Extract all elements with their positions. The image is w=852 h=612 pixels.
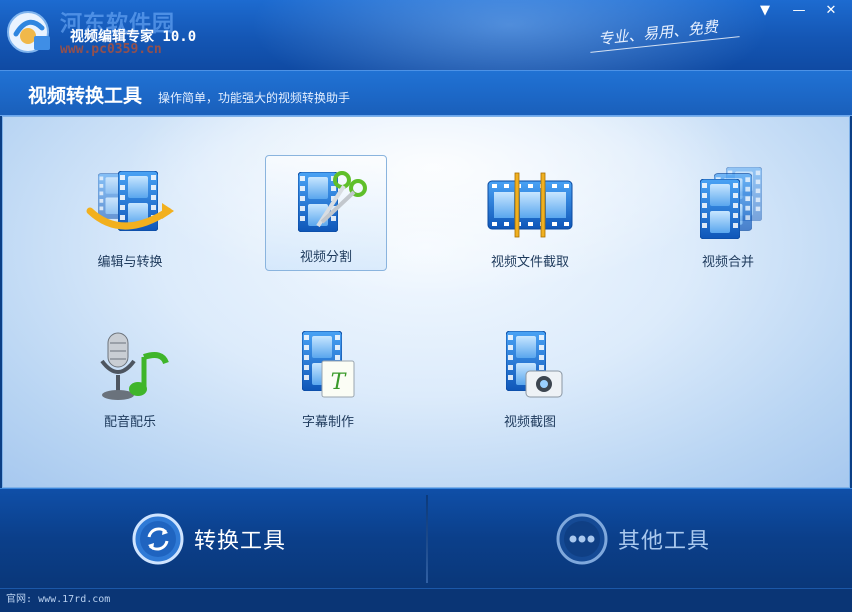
close-button[interactable]: ✕ (818, 0, 844, 20)
app-title: 视频编辑专家 10.0 (70, 29, 197, 45)
video-merge-icon (700, 167, 762, 239)
tool-video-split[interactable]: 视频分割 (265, 155, 387, 271)
tool-label: 视频文件截取 (490, 255, 569, 270)
refresh-icon (132, 513, 184, 565)
video-trim-icon (487, 172, 573, 238)
section-header: 视频转换工具 操作简单，功能强大的视频转换助手 (0, 70, 852, 116)
website-link[interactable]: www.17rd.com (38, 594, 110, 605)
tool-edit-convert[interactable]: 编辑与转换 (69, 161, 191, 277)
tool-label: 配音配乐 (103, 415, 156, 430)
status-footer: 官网: www.17rd.com (0, 588, 852, 612)
convert-tools-label: 转换工具 (194, 529, 287, 554)
bottom-divider (426, 495, 428, 583)
convert-tools-tab[interactable]: 转换工具 (132, 511, 286, 567)
menu-dropdown-button[interactable]: ▼ (752, 0, 778, 20)
panel-glow (123, 117, 743, 297)
tool-video-trim[interactable]: 视频文件截取 (469, 161, 591, 277)
video-split-icon (298, 171, 367, 232)
tool-dubbing-music[interactable]: 配音配乐 (69, 321, 191, 437)
subtitle-icon: T (302, 331, 355, 398)
tool-label: 字幕制作 (301, 415, 354, 430)
more-icon (556, 513, 608, 565)
minimize-button[interactable]: — (786, 0, 812, 20)
other-tools-label: 其他工具 (618, 529, 711, 554)
tool-label: 视频分割 (299, 250, 352, 265)
svg-text:T: T (331, 370, 348, 395)
tool-label: 编辑与转换 (97, 255, 163, 270)
tool-subtitle[interactable]: T 字幕制作 (267, 321, 389, 437)
app-logo-icon (7, 11, 50, 53)
tool-label: 视频截图 (503, 415, 556, 430)
tool-label: 视频合并 (701, 255, 754, 270)
tool-panel: 编辑与转换 视频分割 视频文件截取 视频合并 配音配乐 T 字幕制作 视频截图 (2, 116, 850, 488)
dubbing-music-icon (100, 332, 169, 400)
section-subtitle: 操作简单，功能强大的视频转换助手 (158, 91, 351, 105)
other-tools-tab[interactable]: 其他工具 (556, 511, 710, 567)
bottom-bar: 转换工具 其他工具 (0, 488, 852, 588)
tool-video-screenshot[interactable]: 视频截图 (469, 321, 591, 437)
tool-video-merge[interactable]: 视频合并 (667, 161, 789, 277)
video-screenshot-icon (506, 331, 563, 398)
edit-convert-icon (86, 171, 174, 231)
section-title: 视频转换工具 (28, 85, 143, 107)
website-label: 官网: (6, 594, 33, 605)
title-bar[interactable]: 河东软件园 www.pc0359.cn 视频编辑专家 10.0 专业、易用、免费… (0, 0, 852, 70)
